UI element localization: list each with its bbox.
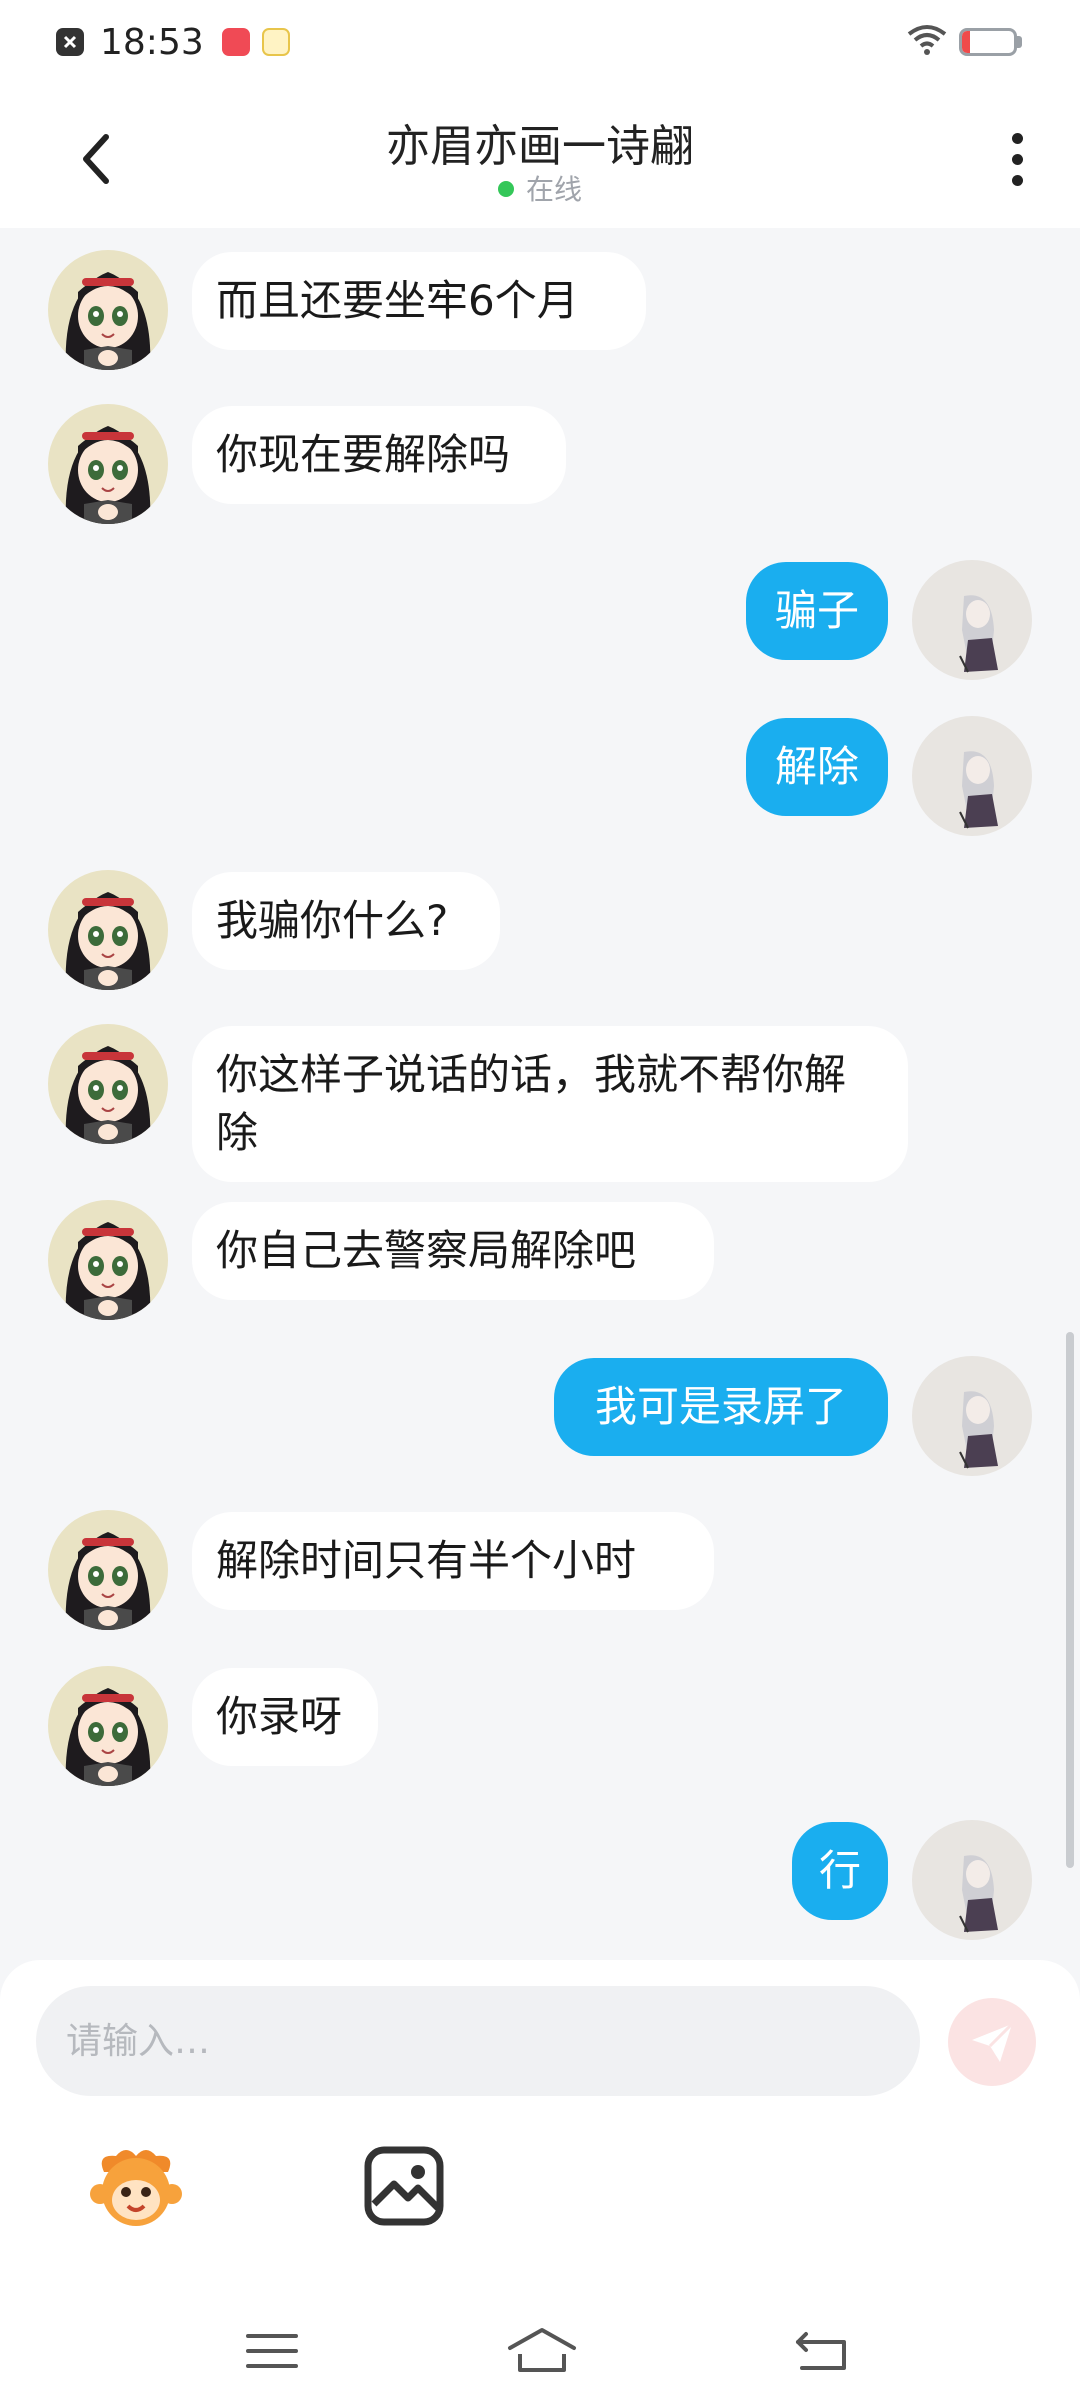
contact-avatar[interactable] (48, 1510, 168, 1630)
contact-name: 亦眉亦画一诗翩 (386, 121, 694, 172)
back-nav-button[interactable] (792, 2326, 852, 2376)
chat-header: 亦眉亦画一诗翩 在线 (0, 84, 1080, 228)
message-bubble[interactable]: 解除 (746, 718, 888, 816)
received-message: 你自己去警察局解除吧 (0, 1200, 1080, 1324)
received-message: 而且还要坐牢6个月 (0, 250, 1080, 374)
message-bubble[interactable]: 而且还要坐牢6个月 (192, 252, 646, 350)
sent-message: 骗子 (0, 560, 1080, 684)
online-status-label: 在线 (525, 173, 582, 206)
more-dot-icon (1011, 132, 1023, 144)
home-icon (508, 2328, 576, 2372)
homework-app-icon (261, 28, 290, 56)
message-bubble[interactable]: 你现在要解除吗 (192, 406, 566, 504)
image-button[interactable] (362, 2144, 446, 2228)
sent-message: 行 (0, 1820, 1080, 1944)
status-time: 18:53 (100, 21, 204, 63)
message-bubble[interactable]: 我可是录屏了 (554, 1358, 888, 1456)
more-options-button[interactable] (1002, 124, 1032, 194)
more-dot-icon (1011, 174, 1023, 186)
battery-icon: 15 (959, 28, 1017, 56)
received-message: 我骗你什么? (0, 870, 1080, 994)
message-bubble[interactable]: 骗子 (746, 562, 888, 660)
message-bubble[interactable]: 我骗你什么? (192, 872, 500, 970)
home-button[interactable] (506, 2326, 578, 2376)
image-icon (364, 2146, 444, 2226)
battery-level: 15 (975, 31, 1001, 52)
status-bar: 18:53 15 (0, 0, 1080, 84)
my-avatar[interactable] (912, 560, 1032, 680)
sent-message: 解除 (0, 716, 1080, 840)
my-avatar[interactable] (912, 716, 1032, 836)
emoji-button[interactable] (86, 2136, 186, 2236)
back-icon (796, 2332, 846, 2370)
my-avatar[interactable] (912, 1356, 1032, 1476)
sent-message: 我可是录屏了 (0, 1356, 1080, 1480)
my-avatar[interactable] (912, 1820, 1032, 1940)
menu-icon (246, 2334, 298, 2368)
message-list[interactable]: 而且还要坐牢6个月 你现在要解除吗骗子解除我骗你什么? 你这样子说话的话，我就不帮你… (0, 228, 1080, 1960)
emoji-icon (90, 2150, 182, 2226)
menu-button[interactable] (242, 2326, 302, 2376)
close-notification-icon (56, 28, 84, 56)
online-status: 在线 (0, 168, 1080, 208)
contact-avatar[interactable] (48, 870, 168, 990)
message-bubble[interactable]: 解除时间只有半个小时 (192, 1512, 714, 1610)
app-notification-icon (221, 28, 250, 56)
status-bar-left: 18:53 (56, 18, 290, 66)
system-nav-bar (0, 2300, 1080, 2400)
send-button[interactable] (948, 1998, 1036, 2086)
message-bubble[interactable]: 你自己去警察局解除吧 (192, 1202, 714, 1300)
contact-avatar[interactable] (48, 250, 168, 370)
contact-avatar[interactable] (48, 1200, 168, 1320)
message-input[interactable] (36, 1986, 920, 2096)
send-icon (972, 2022, 1014, 2062)
received-message: 解除时间只有半个小时 (0, 1510, 1080, 1634)
contact-avatar[interactable] (48, 1666, 168, 1786)
message-bubble[interactable]: 你这样子说话的话，我就不帮你解除 (192, 1026, 908, 1182)
wifi-icon (907, 24, 947, 60)
contact-avatar[interactable] (48, 1024, 168, 1144)
received-message: 你现在要解除吗 (0, 404, 1080, 528)
more-dot-icon (1011, 153, 1023, 165)
message-bubble[interactable]: 你录呀 (192, 1668, 378, 1766)
online-dot-icon (497, 181, 514, 197)
message-bubble[interactable]: 行 (792, 1822, 888, 1920)
received-message: 你录呀 (0, 1666, 1080, 1790)
contact-avatar[interactable] (48, 404, 168, 524)
scrollbar[interactable] (1066, 1332, 1074, 1868)
received-message: 你这样子说话的话，我就不帮你解除 (0, 1024, 1080, 1204)
battery-cap (1017, 36, 1022, 48)
status-bar-right: 15 (907, 20, 1022, 64)
